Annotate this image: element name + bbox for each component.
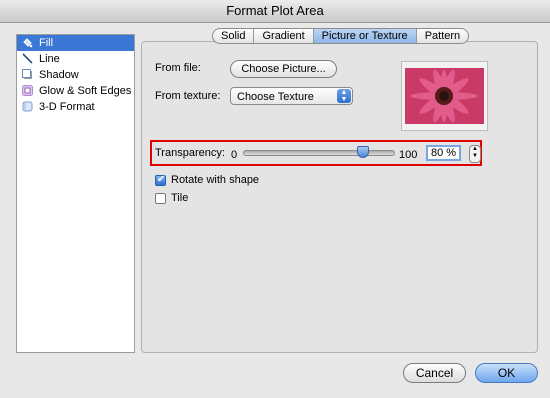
sidebar-item-label: Shadow bbox=[39, 69, 79, 81]
tab-picture-or-texture[interactable]: Picture or Texture bbox=[313, 29, 417, 43]
paint-bucket-icon bbox=[23, 38, 33, 48]
sidebar-item-line[interactable]: Line bbox=[17, 51, 134, 67]
slider-thumb[interactable] bbox=[357, 146, 369, 158]
checkmark-icon: ✔ bbox=[157, 174, 166, 185]
transparency-stepper[interactable]: ▲ ▼ bbox=[469, 145, 481, 163]
sidebar-item-fill[interactable]: Fill bbox=[17, 35, 134, 51]
slider-max-label: 100 bbox=[399, 149, 418, 161]
glow-icon bbox=[22, 85, 33, 96]
rotate-with-shape-label: Rotate with shape bbox=[171, 174, 260, 186]
sidebar-item-label: 3-D Format bbox=[39, 101, 95, 113]
transparency-input[interactable]: 80 % bbox=[426, 145, 461, 161]
select-arrows-icon: ▲ ▼ bbox=[337, 89, 351, 103]
sidebar-item-shadow[interactable]: Shadow bbox=[17, 67, 134, 83]
from-texture-label: From texture: bbox=[155, 90, 221, 102]
choose-picture-button[interactable]: Choose Picture... bbox=[230, 60, 337, 78]
window-titlebar: Format Plot Area bbox=[0, 0, 550, 23]
tab-pattern[interactable]: Pattern bbox=[417, 29, 468, 43]
tile-checkbox[interactable] bbox=[155, 193, 166, 204]
slider-min-label: 0 bbox=[231, 149, 238, 161]
shadow-icon bbox=[22, 69, 32, 79]
category-list[interactable]: Fill Line Shadow Glow & Soft Edges 3-D F… bbox=[16, 34, 135, 353]
transparency-label: Transparency: bbox=[155, 147, 225, 159]
from-file-label: From file: bbox=[155, 62, 201, 74]
window-title: Format Plot Area bbox=[226, 3, 324, 18]
texture-select-value: Choose Texture bbox=[237, 91, 314, 103]
sidebar-item-label: Line bbox=[39, 53, 60, 65]
ok-button[interactable]: OK bbox=[475, 363, 538, 383]
picture-preview bbox=[401, 61, 488, 131]
line-icon bbox=[22, 53, 33, 64]
transparency-slider[interactable] bbox=[243, 150, 395, 156]
flower-thumbnail bbox=[405, 68, 484, 124]
tab-solid[interactable]: Solid bbox=[213, 29, 255, 43]
tile-label: Tile bbox=[171, 192, 189, 204]
sidebar-item-3d-format[interactable]: 3-D Format bbox=[17, 99, 134, 115]
cancel-button[interactable]: Cancel bbox=[403, 363, 466, 383]
cube-icon bbox=[22, 101, 33, 112]
sidebar-item-label: Glow & Soft Edges bbox=[39, 85, 132, 97]
sidebar-item-glow[interactable]: Glow & Soft Edges bbox=[17, 83, 134, 99]
texture-select[interactable]: Choose Texture ▲ ▼ bbox=[230, 87, 353, 105]
sidebar-item-label: Fill bbox=[39, 37, 54, 49]
tab-gradient[interactable]: Gradient bbox=[254, 29, 314, 43]
rotate-with-shape-checkbox[interactable]: ✔ bbox=[155, 174, 166, 186]
fill-type-tabs: Solid Gradient Picture or Texture Patter… bbox=[212, 28, 470, 44]
